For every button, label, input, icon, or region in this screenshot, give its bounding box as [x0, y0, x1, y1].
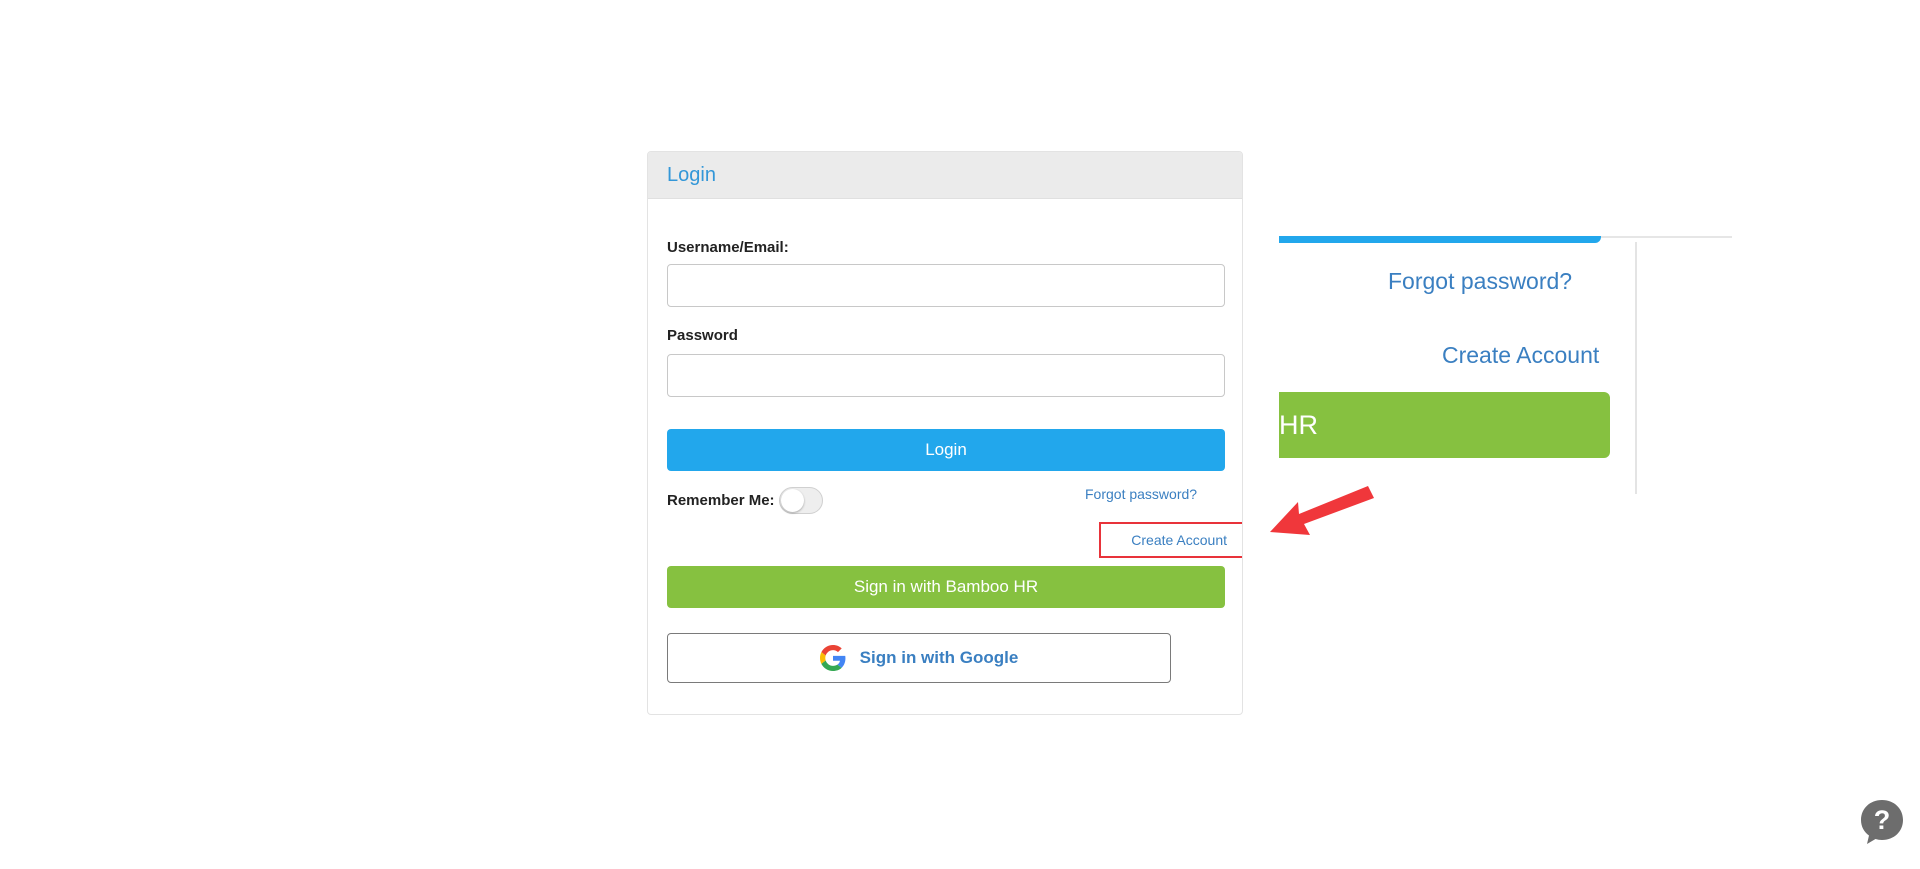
- zoom-bamboo-button-fragment: HR: [1279, 392, 1610, 458]
- bamboo-signin-button[interactable]: Sign in with Bamboo HR: [667, 566, 1225, 608]
- zoom-login-button-fragment: [1279, 236, 1601, 243]
- page: Login Username/Email: Password Login Rem…: [0, 0, 1920, 869]
- zoom-create-account: Create Account: [1442, 342, 1600, 368]
- svg-text:?: ?: [1874, 805, 1891, 835]
- remember-me-label: Remember Me:: [667, 492, 775, 509]
- google-logo-icon: [819, 645, 846, 671]
- username-label: Username/Email:: [667, 239, 789, 256]
- red-arrow-icon: [1270, 486, 1374, 535]
- create-account-link[interactable]: Create Account: [1131, 532, 1227, 548]
- password-input[interactable]: [667, 354, 1225, 397]
- create-account-highlight: Create Account: [1099, 522, 1242, 558]
- login-button[interactable]: Login: [667, 429, 1225, 471]
- password-label: Password: [667, 327, 738, 344]
- zoom-card-border: [1635, 242, 1637, 494]
- google-signin-button[interactable]: Sign in with Google: [667, 633, 1171, 683]
- toggle-switch-icon[interactable]: [778, 487, 823, 514]
- zoom-callout: Forgot password? Create Account HR: [1279, 236, 1732, 494]
- username-input[interactable]: [667, 264, 1225, 307]
- zoom-forgot-password: Forgot password?: [1388, 268, 1573, 294]
- question-bubble-icon[interactable]: ?: [1859, 798, 1905, 846]
- zoom-bamboo-text: HR: [1279, 409, 1318, 440]
- card-title: Login: [667, 163, 716, 186]
- login-card: Login Username/Email: Password Login Rem…: [647, 151, 1243, 715]
- remember-me: Remember Me:: [667, 487, 823, 514]
- toggle-knob: [780, 489, 804, 512]
- forgot-password-link[interactable]: Forgot password?: [1085, 486, 1197, 502]
- google-signin-label: Sign in with Google: [859, 648, 1019, 667]
- card-header: Login: [648, 152, 1242, 199]
